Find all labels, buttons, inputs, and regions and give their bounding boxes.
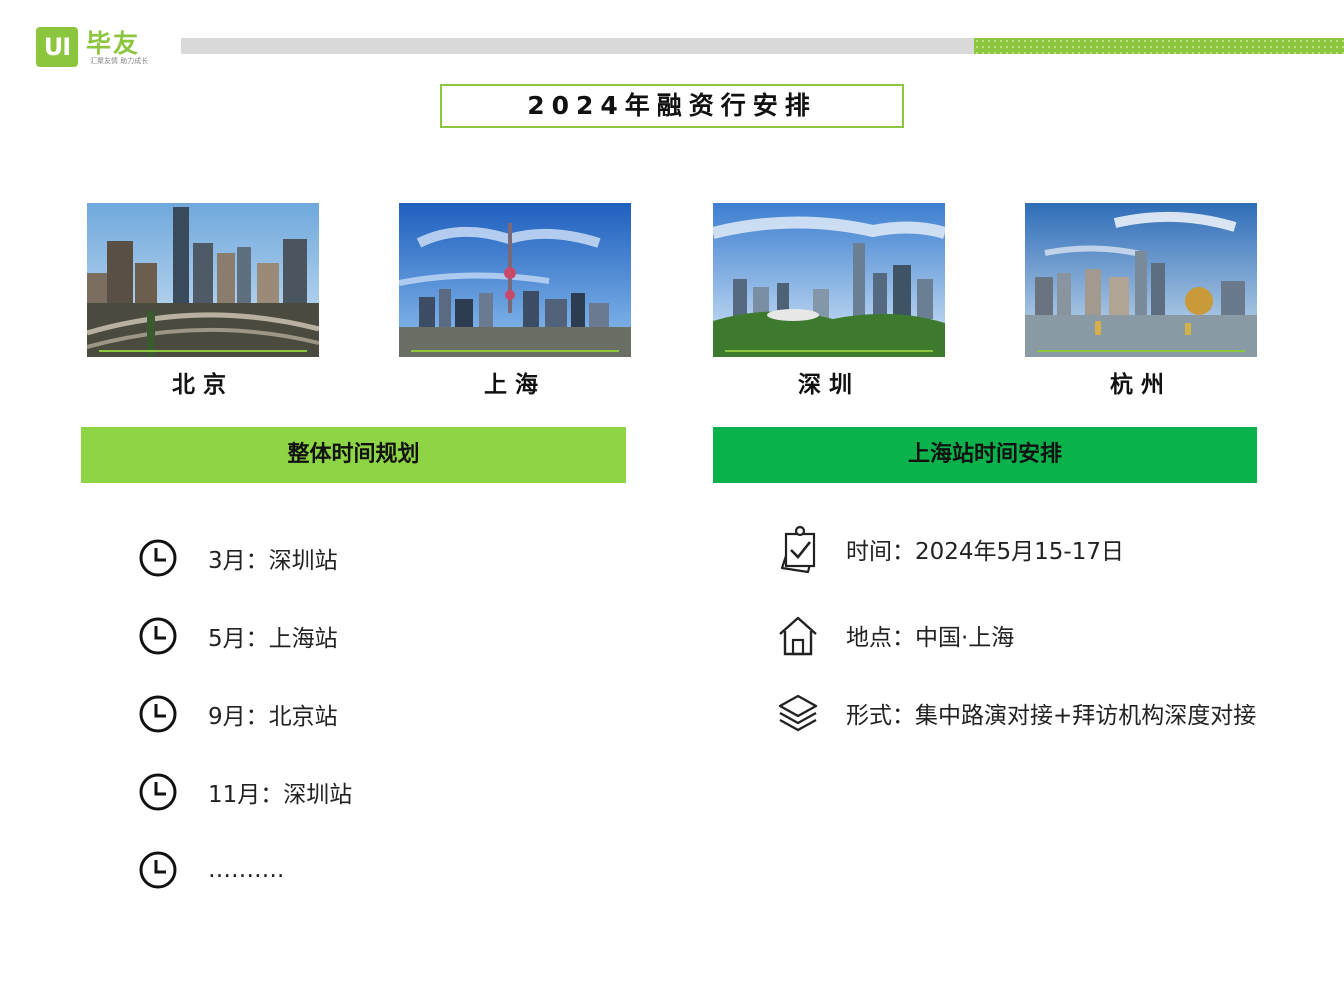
overall-schedule-heading: 整体时间规划 — [81, 427, 626, 483]
schedule-item: ………. — [138, 849, 284, 891]
beijing-skyline-image — [87, 203, 319, 357]
city-card-beijing: 北京 — [87, 203, 319, 398]
city-card-shenzhen: 深圳 — [713, 203, 945, 398]
shanghai-skyline-image — [399, 203, 631, 357]
city-label-hangzhou: 杭州 — [1110, 372, 1172, 398]
brand-logo: UI 毕友 汇聚友情 助力成长 — [36, 24, 160, 70]
schedule-item-text: 9月：北京站 — [208, 704, 338, 730]
city-underline — [1037, 350, 1245, 352]
schedule-item: 11月：深圳站 — [138, 771, 352, 813]
schedule-item-text: 5月：上海站 — [208, 626, 338, 652]
clock-icon — [139, 695, 177, 733]
shanghai-schedule-heading: 上海站时间安排 — [713, 427, 1257, 483]
city-card-hangzhou: 杭州 — [1025, 203, 1257, 398]
clipboard-check-icon — [776, 524, 820, 574]
city-label-shanghai: 上海 — [484, 372, 546, 398]
info-item-location: 地点：中国·上海 — [776, 610, 1014, 660]
info-time-text: 时间：2024年5月15-17日 — [846, 539, 1124, 565]
schedule-item: 9月：北京站 — [138, 693, 338, 735]
clock-icon — [139, 773, 177, 811]
shenzhen-skyline-image — [713, 203, 945, 357]
header-accent-bar — [974, 38, 1344, 54]
hangzhou-skyline-image — [1025, 203, 1257, 357]
info-location-text: 地点：中国·上海 — [846, 625, 1015, 651]
schedule-item: 5月：上海站 — [138, 615, 338, 657]
city-label-shenzhen: 深圳 — [798, 372, 860, 398]
schedule-item-text: 3月：深圳站 — [208, 548, 338, 574]
page-title: 2024年融资行安排 — [440, 84, 904, 128]
city-label-beijing: 北京 — [172, 372, 234, 398]
logo-slogan: 汇聚友情 助力成长 — [90, 57, 149, 65]
schedule-item-text: ………. — [208, 857, 285, 883]
info-item-format: 形式：集中路演对接+拜访机构深度对接 — [776, 688, 1256, 738]
logo-mark: UI — [36, 27, 78, 67]
clock-icon — [139, 539, 177, 577]
info-format-text: 形式：集中路演对接+拜访机构深度对接 — [846, 703, 1257, 729]
city-underline — [725, 350, 933, 352]
info-item-time: 时间：2024年5月15-17日 — [776, 524, 1124, 574]
schedule-item: 3月：深圳站 — [138, 537, 338, 579]
layers-icon — [776, 688, 820, 738]
schedule-item-text: 11月：深圳站 — [208, 782, 353, 808]
city-underline — [411, 350, 619, 352]
city-card-shanghai: 上海 — [399, 203, 631, 398]
clock-icon — [139, 617, 177, 655]
home-icon — [776, 610, 820, 660]
city-underline — [99, 350, 307, 352]
logo-name: 毕友 — [86, 29, 141, 58]
header-divider-bar — [181, 38, 974, 54]
clock-icon — [139, 851, 177, 889]
